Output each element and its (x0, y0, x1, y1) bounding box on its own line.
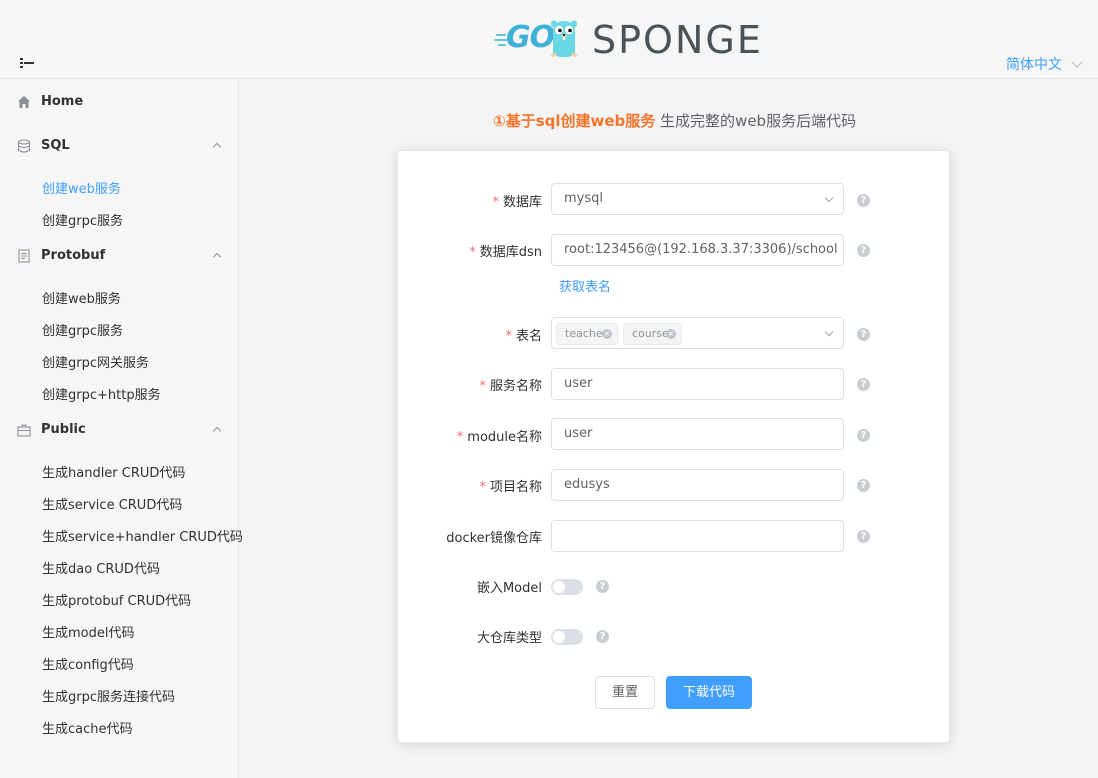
language-selector[interactable]: 简体中文 (1006, 54, 1062, 74)
help-icon[interactable]: ? (857, 194, 870, 207)
sidebar-item-sql-create-web[interactable]: 创建web服务 (42, 178, 121, 202)
database-label: * 数据库 (492, 195, 542, 210)
sidebar-item-proto-create-grpc-http[interactable]: 创建grpc+http服务 (42, 384, 161, 408)
help-icon[interactable]: ? (596, 580, 609, 593)
document-icon (18, 249, 30, 263)
download-code-button[interactable]: 下载代码 (666, 676, 752, 709)
help-icon[interactable]: ? (857, 378, 870, 391)
sidebar-group-label: Public (41, 422, 86, 437)
chevron-up-icon (212, 426, 222, 436)
tables-multiselect[interactable]: teacher × course × (551, 317, 844, 349)
help-icon[interactable]: ? (857, 244, 870, 257)
help-icon[interactable]: ? (857, 530, 870, 543)
sidebar-item-proto-create-grpc[interactable]: 创建grpc服务 (42, 320, 123, 344)
logo-go-text: GO (506, 20, 555, 55)
gopher-mascot-icon (551, 20, 577, 57)
briefcase-icon (17, 424, 31, 437)
sidebar-group-sql[interactable]: SQL (0, 124, 239, 170)
chevron-up-icon (212, 252, 222, 262)
chevron-down-icon[interactable] (1071, 56, 1083, 68)
dsn-input[interactable]: root:123456@(192.168.3.37:3306)/school (551, 234, 844, 266)
table-tag: teacher × (556, 323, 618, 345)
sidebar-group-protobuf[interactable]: Protobuf (0, 234, 239, 280)
header: GO SPONGE 简体中文 (0, 0, 1098, 79)
help-icon[interactable]: ? (857, 328, 870, 341)
docker-repo-input[interactable] (551, 520, 844, 552)
sidebar-group-label: Protobuf (41, 248, 106, 263)
reset-button[interactable]: 重置 (595, 676, 655, 709)
sidebar-item-public-dao-crud[interactable]: 生成dao CRUD代码 (42, 558, 160, 582)
tables-label: * 表名 (505, 329, 542, 344)
close-icon[interactable]: × (666, 329, 676, 339)
help-icon[interactable]: ? (857, 429, 870, 442)
docker-repo-label: docker镜像仓库 (446, 531, 542, 546)
monorepo-toggle[interactable] (551, 629, 583, 645)
sidebar-group-public[interactable]: Public (0, 408, 239, 454)
sidebar-item-home[interactable]: Home (0, 80, 239, 126)
sidebar-item-public-protobuf-crud[interactable]: 生成protobuf CRUD代码 (42, 590, 191, 614)
embed-model-toggle[interactable] (551, 579, 583, 595)
close-icon[interactable]: × (602, 329, 612, 339)
sidebar-group-label: SQL (41, 138, 70, 153)
module-name-input[interactable]: user (551, 418, 844, 450)
sidebar-item-sql-create-grpc[interactable]: 创建grpc服务 (42, 210, 123, 234)
sidebar-item-proto-create-web[interactable]: 创建web服务 (42, 288, 121, 312)
sidebar-item-public-service-handler-crud[interactable]: 生成service+handler CRUD代码 (42, 526, 243, 550)
help-icon[interactable]: ? (857, 479, 870, 492)
service-name-input[interactable]: user (551, 368, 844, 400)
database-select[interactable]: mysql (551, 183, 844, 215)
page-title-rest: 生成完整的web服务后端代码 (655, 112, 857, 130)
sidebar-item-proto-create-grpc-gateway[interactable]: 创建grpc网关服务 (42, 352, 149, 376)
project-name-label: * 项目名称 (479, 480, 542, 495)
sidebar-item-label: Home (41, 94, 84, 109)
home-icon (18, 96, 30, 108)
logo: GO SPONGE (494, 16, 774, 62)
table-tag: course × (623, 323, 682, 345)
sidebar-item-public-model[interactable]: 生成model代码 (42, 622, 134, 646)
sidebar-item-public-handler-crud[interactable]: 生成handler CRUD代码 (42, 462, 185, 486)
dsn-label: * 数据库dsn (469, 245, 542, 260)
fetch-tables-link[interactable]: 获取表名 (559, 276, 611, 295)
page-title: ①基于sql创建web服务 生成完整的web服务后端代码 (493, 110, 856, 131)
embed-model-label: 嵌入Model (476, 581, 542, 596)
database-icon (17, 139, 31, 153)
sidebar: Home SQL 创建web服务 创建grpc服务 Protobuf 创建web… (0, 80, 243, 778)
monorepo-label: 大仓库类型 (476, 631, 542, 646)
chevron-down-icon (824, 327, 834, 337)
sidebar-item-public-grpc-conn[interactable]: 生成grpc服务连接代码 (42, 686, 175, 710)
service-name-label: * 服务名称 (479, 379, 542, 394)
sidebar-item-public-cache[interactable]: 生成cache代码 (42, 718, 133, 742)
page-title-highlight: ①基于sql创建web服务 (493, 112, 656, 130)
module-name-label: * module名称 (456, 430, 542, 445)
sidebar-item-public-service-crud[interactable]: 生成service CRUD代码 (42, 494, 182, 518)
help-icon[interactable]: ? (596, 630, 609, 643)
chevron-down-icon (824, 193, 834, 203)
project-name-input[interactable]: edusys (551, 469, 844, 501)
sidebar-item-public-config[interactable]: 生成config代码 (42, 654, 134, 678)
chevron-up-icon (212, 142, 222, 152)
logo-sponge-text: SPONGE (592, 18, 763, 62)
menu-toggle-icon[interactable] (20, 57, 34, 69)
